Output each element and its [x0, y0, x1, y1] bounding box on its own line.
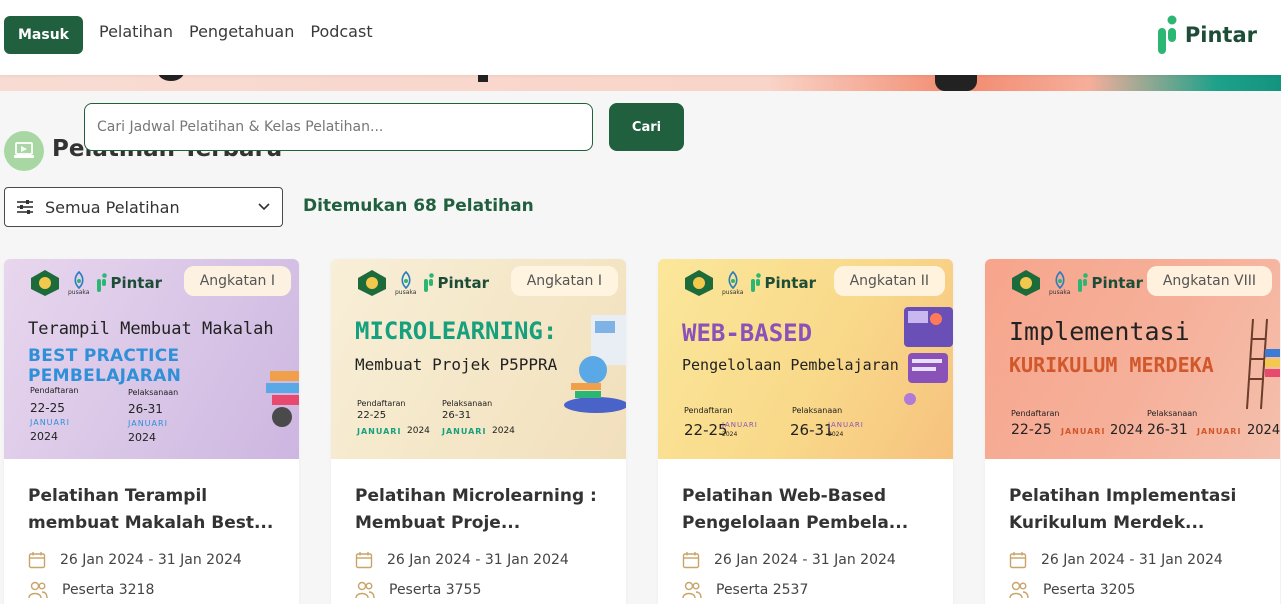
sliders-icon	[17, 200, 33, 214]
users-icon	[355, 581, 375, 599]
cohort-badge: Angkatan VIII	[1146, 266, 1272, 296]
calendar-icon	[355, 552, 373, 569]
card-title[interactable]: Pelatihan Implementasi Kurikulum Merdek.…	[1009, 483, 1256, 537]
training-card[interactable]: pusaka Pintar Angkatan I MICROLEARNING: …	[331, 259, 626, 604]
banner-logos: pusaka Pintar	[357, 269, 489, 297]
card-date: 26 Jan 2024 - 31 Jan 2024	[355, 551, 602, 569]
pintar-mini-logo-icon	[1078, 273, 1089, 292]
card-banner: pusaka Pintar Angkatan II WEB-BASED Peng…	[658, 259, 953, 459]
brand-logo[interactable]: Pintar	[1157, 15, 1257, 55]
calendar-icon	[1009, 552, 1027, 569]
hero-banner	[0, 75, 1281, 91]
login-button[interactable]: Masuk	[4, 16, 83, 54]
search-input[interactable]	[84, 103, 593, 151]
banner-logos: pusaka Pintar	[1011, 269, 1143, 297]
kemenag-emblem-icon	[31, 270, 59, 296]
top-nav: Masuk Pelatihan Pengetahuan Podcast Pint…	[0, 0, 1281, 75]
card-title[interactable]: Pelatihan Microlearning : Membuat Proje.…	[355, 483, 602, 537]
pusaka-logo-icon	[1055, 270, 1065, 289]
books-illustration	[266, 371, 299, 427]
pintar-mini-logo-icon	[751, 273, 762, 292]
pusaka-logo-icon	[74, 270, 84, 289]
ladder-books-illustration	[1246, 319, 1280, 410]
results-count: Ditemukan 68 Pelatihan	[303, 196, 534, 216]
card-title[interactable]: Pelatihan Terampil membuat Makalah Best.…	[28, 483, 275, 537]
filter-selected-value: Semua Pelatihan	[45, 197, 180, 217]
card-participants: Peserta 3218	[28, 581, 275, 599]
nav-link-podcast[interactable]: Podcast	[310, 22, 372, 41]
cohort-badge: Angkatan II	[833, 266, 945, 296]
users-icon	[682, 581, 702, 599]
training-filter-select[interactable]: Semua Pelatihan	[4, 187, 283, 227]
training-card[interactable]: pusaka Pintar Angkatan II WEB-BASED Peng…	[658, 259, 953, 604]
card-date: 26 Jan 2024 - 31 Jan 2024	[28, 551, 275, 569]
nav-links: Pelatihan Pengetahuan Podcast	[99, 22, 373, 41]
globe-books-illustration	[564, 315, 626, 413]
training-card[interactable]: pusaka Pintar Angkatan I Terampil Membua…	[4, 259, 299, 604]
card-banner: pusaka Pintar Angkatan I Terampil Membua…	[4, 259, 299, 459]
kemenag-emblem-icon	[358, 270, 386, 296]
card-date: 26 Jan 2024 - 31 Jan 2024	[682, 551, 929, 569]
card-date: 26 Jan 2024 - 31 Jan 2024	[1009, 551, 1256, 569]
pintar-mini-logo-icon	[424, 273, 435, 292]
pintar-mini-logo-icon	[97, 273, 108, 292]
page: Masuk Pelatihan Pengetahuan Podcast Pint…	[0, 0, 1281, 604]
card-banner: pusaka Pintar Angkatan I MICROLEARNING: …	[331, 259, 626, 459]
monitor-illustration	[904, 307, 953, 405]
card-participants: Peserta 3205	[1009, 581, 1256, 599]
card-participants: Peserta 3755	[355, 581, 602, 599]
banner-logos: pusaka Pintar	[30, 269, 162, 297]
training-section-icon	[4, 131, 44, 171]
calendar-icon	[682, 552, 700, 569]
chevron-down-icon	[258, 203, 270, 211]
nav-link-pengetahuan[interactable]: Pengetahuan	[189, 22, 294, 41]
pintar-logo-icon	[1157, 15, 1177, 54]
pusaka-logo-icon	[728, 270, 738, 289]
training-card[interactable]: pusaka Pintar Angkatan VIII Implementasi…	[985, 259, 1280, 604]
nav-link-pelatihan[interactable]: Pelatihan	[99, 22, 173, 41]
brand-name: Pintar	[1184, 23, 1257, 47]
card-participants: Peserta 2537	[682, 581, 929, 599]
calendar-icon	[28, 552, 46, 569]
cohort-badge: Angkatan I	[183, 266, 291, 296]
kemenag-emblem-icon	[1012, 270, 1040, 296]
users-icon	[1009, 581, 1029, 599]
users-icon	[28, 581, 48, 599]
pusaka-logo-icon	[401, 270, 411, 289]
banner-logos: pusaka Pintar	[684, 269, 816, 297]
card-banner: pusaka Pintar Angkatan VIII Implementasi…	[985, 259, 1280, 459]
cohort-badge: Angkatan I	[510, 266, 618, 296]
kemenag-emblem-icon	[685, 270, 713, 296]
search-button[interactable]: Cari	[609, 103, 684, 151]
card-title[interactable]: Pelatihan Web-Based Pengelolaan Pembela.…	[682, 483, 929, 537]
